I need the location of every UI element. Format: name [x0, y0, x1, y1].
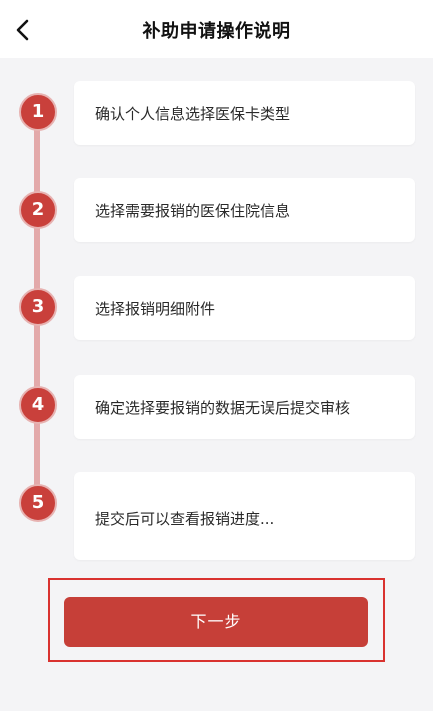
page: 补助申请操作说明 确认个人信息选择医保卡类型 1 选择需要报销的医保住院信息 2… — [0, 0, 433, 711]
step-text-1: 确认个人信息选择医保卡类型 — [95, 105, 291, 123]
step-number-2: 2 — [19, 191, 57, 229]
step-card-4: 确定选择要报销的数据无误后提交审核 — [74, 375, 415, 439]
top-bar: 补助申请操作说明 — [0, 0, 433, 58]
step-number-5: 5 — [19, 484, 57, 522]
step-card-5: 提交后可以查看报销进度... — [74, 472, 415, 560]
step-text-2: 选择需要报销的医保住院信息 — [95, 202, 291, 220]
step-number-3: 3 — [19, 288, 57, 326]
step-text-3: 选择报销明细附件 — [95, 300, 216, 318]
next-step-button[interactable]: 下一步 — [64, 597, 368, 647]
step-number-1: 1 — [19, 93, 57, 131]
step-card-2: 选择需要报销的医保住院信息 — [74, 178, 415, 242]
step-text-4: 确定选择要报销的数据无误后提交审核 — [95, 399, 351, 417]
page-title: 补助申请操作说明 — [142, 21, 291, 42]
step-card-1: 确认个人信息选择医保卡类型 — [74, 81, 415, 145]
step-card-3: 选择报销明细附件 — [74, 276, 415, 340]
step-text-5: 提交后可以查看报销进度... — [95, 510, 275, 528]
step-number-4: 4 — [19, 386, 57, 424]
